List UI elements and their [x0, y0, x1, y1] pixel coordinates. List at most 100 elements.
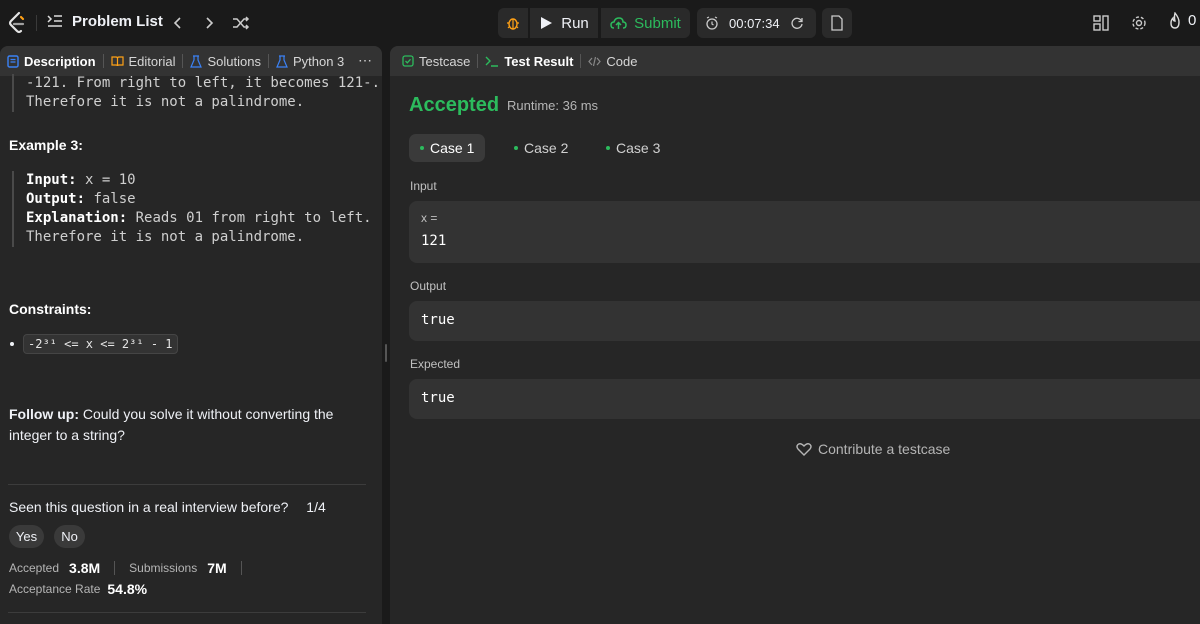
tab-test-result[interactable]: Test Result	[478, 46, 580, 76]
input-value: 121	[421, 233, 447, 249]
bullet	[10, 342, 14, 346]
submit-label: Submit	[634, 14, 681, 32]
alarm-clock-icon	[706, 16, 718, 30]
expected-section-label: Expected	[410, 357, 461, 371]
tab-code[interactable]: Code	[581, 46, 644, 76]
flask-icon	[276, 54, 288, 68]
case-tab-3[interactable]: Case 3	[595, 134, 671, 162]
code-icon	[588, 56, 602, 66]
flame-icon	[1170, 12, 1180, 29]
reset-icon[interactable]	[790, 16, 804, 30]
case-tab-1[interactable]: Case 1	[409, 134, 486, 162]
run-label: Run	[561, 14, 589, 32]
layout-icon[interactable]	[1091, 13, 1111, 33]
example2-explanation-tail: -121. From right to left, it becomes 121…	[12, 74, 380, 112]
example3-heading: Example 3:	[9, 137, 83, 153]
input-section-label: Input	[410, 179, 437, 193]
problem-list-label: Problem List	[72, 12, 163, 30]
play-icon	[541, 17, 553, 29]
gear-icon[interactable]	[1129, 13, 1149, 33]
example2-line1: -121. From right to left, it becomes 121…	[26, 75, 381, 91]
result-status: Accepted	[409, 94, 500, 116]
submit-button[interactable]: Submit	[601, 8, 690, 38]
document-icon	[831, 15, 843, 31]
more-options-icon[interactable]: ⋯	[358, 52, 372, 69]
test-result-panel: Testcase Test Result Code Accepted Runti…	[390, 46, 1200, 624]
leetcode-logo[interactable]	[6, 11, 28, 35]
flask-icon	[190, 54, 203, 68]
follow-up-label: Follow up:	[9, 406, 79, 422]
contribute-testcase-link[interactable]: Contribute a testcase	[796, 441, 950, 457]
example3-input-line: Input: x = 10	[26, 171, 372, 190]
tab-description[interactable]: Description	[0, 46, 103, 76]
case-tab-2-label: Case 2	[524, 140, 569, 156]
description-panel: Description Editorial Solutions Python 3…	[0, 46, 382, 624]
stats-row: Accepted 3.8M Submissions 7M	[9, 560, 246, 576]
pass-dot	[420, 146, 424, 150]
interview-question-text: Seen this question in a real interview b…	[9, 499, 289, 515]
run-button[interactable]: Run	[530, 8, 598, 38]
notes-button[interactable]	[822, 8, 852, 38]
example3-explanation-line: Explanation: Reads 01 from right to left…	[26, 209, 372, 228]
problem-list-button[interactable]: Problem List	[46, 12, 163, 30]
left-tabbar: Description Editorial Solutions Python 3…	[0, 46, 382, 76]
contribute-label: Contribute a testcase	[818, 441, 951, 457]
example3-block: Input: x = 10 Output: false Explanation:…	[12, 171, 372, 247]
explanation-label: Explanation:	[26, 210, 128, 226]
expected-value: true	[421, 390, 455, 406]
acceptance-rate-label: Acceptance Rate	[9, 582, 101, 596]
constraints-heading: Constraints:	[9, 301, 92, 317]
timer[interactable]: 00:07:34	[697, 8, 816, 38]
follow-up-text-2: integer to a string?	[9, 427, 125, 443]
debug-button[interactable]	[498, 8, 528, 38]
divider	[8, 484, 366, 485]
output-value: true	[421, 312, 455, 328]
terminal-icon	[485, 56, 499, 67]
description-icon	[7, 54, 19, 68]
example3-explanation-line2: Therefore it is not a palindrome.	[26, 229, 305, 245]
submissions-value: 7M	[207, 560, 227, 576]
input-box: x = 121	[409, 201, 1200, 263]
accepted-value: 3.8M	[69, 560, 101, 576]
output-section-label: Output	[410, 279, 447, 293]
runtime: Runtime: 36 ms	[507, 98, 599, 113]
top-navbar: Problem List Run Submit 00:07:34 0	[0, 0, 1200, 46]
tab-testcase[interactable]: Testcase	[390, 46, 477, 76]
streak-counter[interactable]: 0	[1168, 12, 1196, 29]
yes-button[interactable]: Yes	[9, 525, 44, 548]
tab-solutions[interactable]: Solutions	[183, 46, 267, 76]
heart-icon	[796, 443, 812, 456]
timer-value: 00:07:34	[729, 15, 780, 31]
acceptance-rate-value: 54.8%	[107, 581, 148, 597]
case-tab-1-label: Case 1	[430, 140, 475, 156]
output-value: false	[93, 191, 136, 207]
chevron-left-icon[interactable]	[168, 13, 188, 33]
chevron-right-icon[interactable]	[199, 13, 219, 33]
tab-python3[interactable]: Python 3	[269, 46, 351, 76]
stat-separator	[240, 561, 242, 575]
resize-handle[interactable]	[385, 344, 387, 362]
output-box: true	[409, 301, 1200, 341]
follow-up: Follow up: Could you solve it without co…	[9, 404, 333, 446]
case-tab-3-label: Case 3	[616, 140, 661, 156]
divider	[8, 612, 366, 613]
right-tabbar: Testcase Test Result Code	[390, 46, 1200, 76]
input-label: Input:	[26, 172, 77, 188]
stat-separator	[114, 561, 116, 575]
no-button[interactable]: No	[54, 525, 85, 548]
pass-dot	[514, 146, 518, 150]
example2-line2: Therefore it is not a palindrome.	[26, 94, 305, 110]
accepted-label: Accepted	[9, 561, 60, 575]
tab-description-label: Description	[24, 53, 96, 69]
cloud-upload-icon	[610, 16, 627, 29]
checkbox-icon	[402, 55, 414, 67]
book-icon	[110, 56, 124, 67]
list-icon	[47, 15, 62, 27]
tab-editorial[interactable]: Editorial	[104, 46, 183, 76]
constraint-item: -2³¹ <= x <= 2³¹ - 1	[10, 334, 178, 354]
shuffle-icon[interactable]	[231, 13, 251, 33]
case-tab-2[interactable]: Case 2	[503, 134, 579, 162]
example3-output-line: Output: false	[26, 190, 372, 209]
input-var-label: x =	[421, 211, 438, 225]
tab-editorial-label: Editorial	[128, 53, 176, 69]
